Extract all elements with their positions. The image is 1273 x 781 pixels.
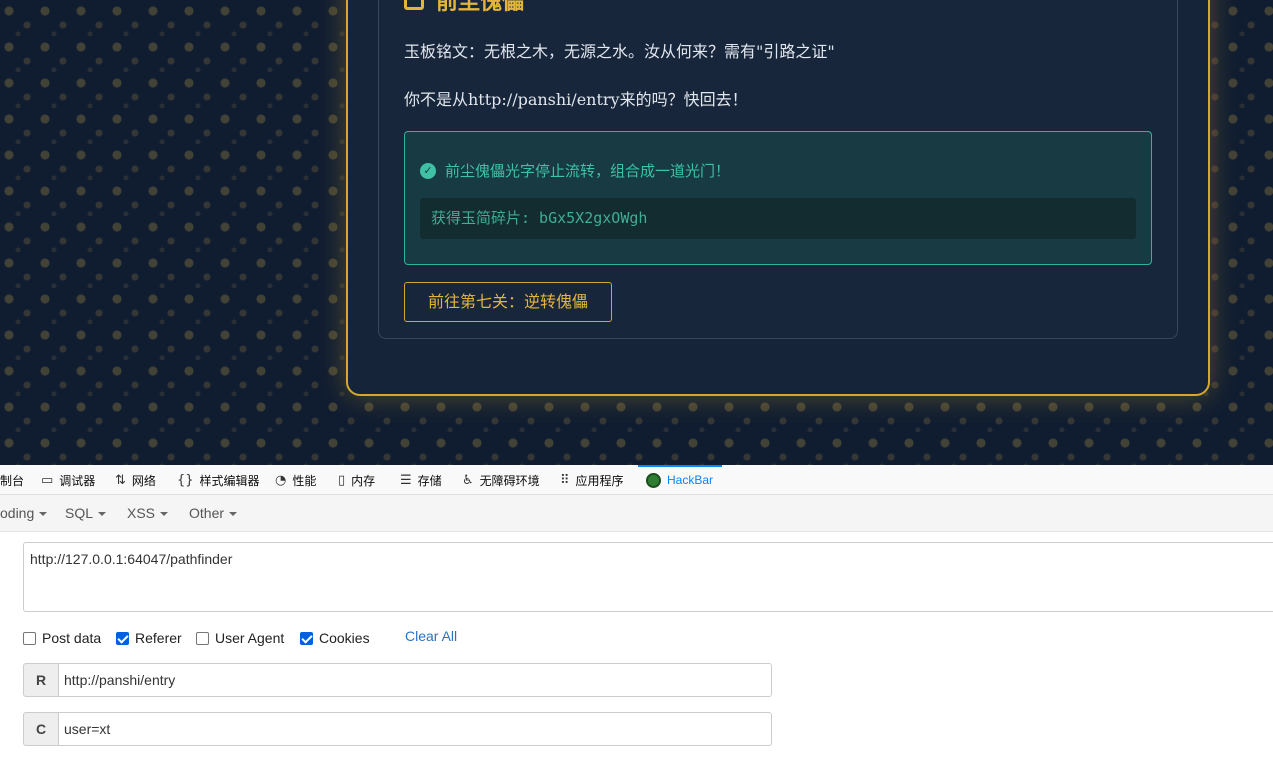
accessibility-icon: ♿ — [462, 472, 474, 488]
option-label: Cookies — [319, 630, 370, 646]
tab-storage[interactable]: ☰ 存储 — [400, 465, 442, 495]
post-data-checkbox[interactable] — [23, 631, 36, 645]
tab-label: HackBar — [667, 473, 714, 487]
tab-label: 网络 — [131, 473, 156, 488]
cookies-input[interactable]: user=xt — [58, 712, 772, 746]
tab-label: 样式编辑器 — [199, 473, 260, 488]
option-label: Post data — [42, 630, 102, 646]
storage-icon: ☰ — [400, 472, 412, 488]
level-title: 前尘傀儡 — [404, 0, 525, 15]
tab-debugger[interactable]: ▭ 调试器 — [41, 465, 95, 495]
level-title-text: 前尘傀儡 — [436, 0, 525, 15]
post-data-option[interactable]: Post data — [23, 628, 101, 648]
tab-label: 内存 — [351, 473, 376, 488]
tab-performance[interactable]: ◔ 性能 — [275, 465, 316, 495]
puppet-icon — [404, 0, 424, 10]
menu-label: Other — [189, 505, 225, 521]
sql-menu[interactable]: SQL — [65, 495, 107, 532]
inscription-text: 玉板铭文：无根之木，无源之水。汝从何来？需有"引路之证" — [404, 42, 835, 61]
tab-accessibility[interactable]: ♿ 无障碍环境 — [462, 465, 540, 495]
user-agent-option[interactable]: User Agent — [196, 628, 284, 648]
caret-down-icon — [39, 512, 48, 517]
success-message: ✓ 前尘傀儡光字停止流转，组合成一道光门！ — [420, 160, 730, 181]
tab-label: 性能 — [292, 473, 317, 488]
cookies-row: C user=xt — [23, 712, 772, 746]
tab-memory[interactable]: ▯ 内存 — [338, 465, 375, 495]
check-circle-icon: ✓ — [420, 162, 436, 179]
tab-label: 无障碍环境 — [479, 473, 540, 488]
cookies-checkbox[interactable] — [300, 631, 313, 645]
menu-label: XSS — [127, 505, 156, 521]
caret-down-icon — [160, 512, 169, 517]
performance-icon: ◔ — [275, 472, 287, 488]
next-level-button[interactable]: 前往第七关：逆转傀儡 — [404, 282, 612, 322]
option-label: Referer — [135, 630, 182, 646]
referer-label: R — [23, 663, 59, 697]
tab-application[interactable]: ⠿ 应用程序 — [560, 465, 624, 495]
tab-label: 存储 — [417, 473, 442, 488]
tab-label: 应用程序 — [575, 473, 624, 488]
tab-label: 制台 — [0, 473, 25, 488]
tab-console[interactable]: 制台 — [0, 465, 24, 495]
referer-hint-text: 你不是从http://panshi/entry来的吗？快回去！ — [404, 90, 748, 109]
referer-option[interactable]: Referer — [116, 628, 182, 648]
clear-all-link[interactable]: Clear All — [405, 628, 457, 644]
tab-style-editor[interactable]: {} 样式编辑器 — [177, 465, 260, 495]
xss-menu[interactable]: XSS — [127, 495, 169, 532]
option-label: User Agent — [215, 630, 285, 646]
memory-icon: ▯ — [338, 472, 346, 488]
referer-checkbox[interactable] — [116, 631, 129, 645]
referer-input[interactable]: http://panshi/entry — [58, 663, 772, 697]
other-menu[interactable]: Other — [189, 495, 238, 532]
referer-row: R http://panshi/entry — [23, 663, 772, 697]
devtools-tabbar: 制台 ▭ 调试器 ⇅ 网络 {} 样式编辑器 ◔ 性能 ▯ 内存 ☰ 存储 ♿ … — [0, 465, 1273, 495]
caret-down-icon — [98, 512, 107, 517]
menu-label: oding — [0, 505, 35, 521]
encoding-menu[interactable]: oding — [0, 495, 48, 532]
cookies-label: C — [23, 712, 59, 746]
devtools-panel: 制台 ▭ 调试器 ⇅ 网络 {} 样式编辑器 ◔ 性能 ▯ 内存 ☰ 存储 ♿ … — [0, 465, 1273, 781]
success-message-text: 前尘傀儡光字停止流转，组合成一道光门！ — [445, 162, 731, 180]
cookies-option[interactable]: Cookies — [300, 628, 370, 648]
fragment-code: 获得玉简碎片: bGx5X2gxOWgh — [420, 198, 1136, 239]
style-editor-icon: {} — [177, 472, 194, 488]
tab-hackbar[interactable]: HackBar — [646, 465, 713, 495]
tab-label: 调试器 — [59, 473, 96, 488]
hackbar-menu: oding SQL XSS Other — [0, 495, 1273, 532]
network-icon: ⇅ — [115, 472, 126, 488]
menu-label: SQL — [65, 505, 94, 521]
caret-down-icon — [229, 512, 238, 517]
application-icon: ⠿ — [560, 472, 570, 488]
debugger-icon: ▭ — [41, 472, 54, 488]
tab-network[interactable]: ⇅ 网络 — [115, 465, 156, 495]
user-agent-checkbox[interactable] — [196, 631, 209, 645]
web-page: 前尘傀儡 玉板铭文：无根之木，无源之水。汝从何来？需有"引路之证" 你不是从ht… — [0, 0, 1273, 465]
hackbar-icon — [646, 472, 661, 488]
url-input[interactable]: http://127.0.0.1:64047/pathfinder — [23, 542, 1273, 612]
